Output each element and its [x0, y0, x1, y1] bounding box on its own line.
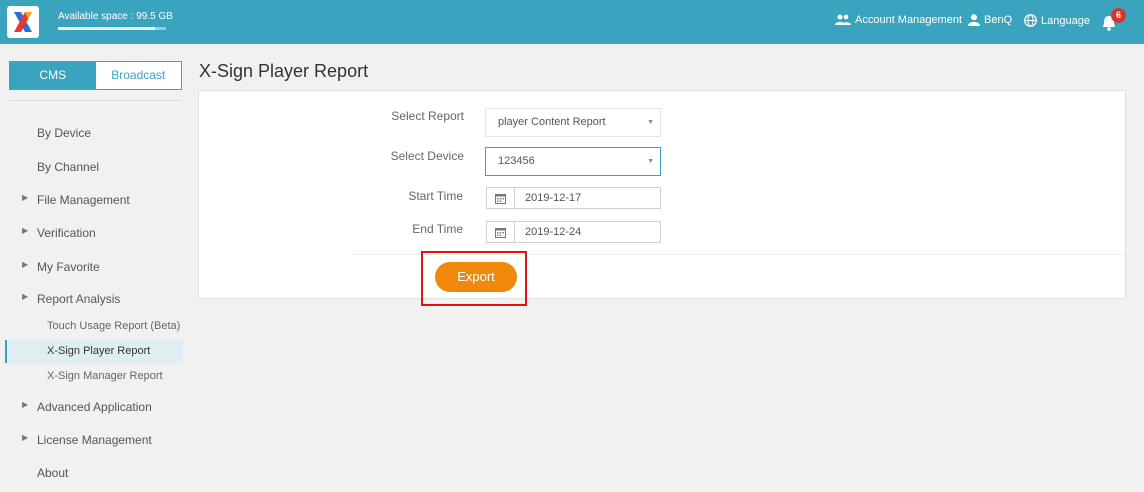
start-time-field[interactable]: 2019-12-17 [486, 187, 661, 209]
cms-tab[interactable]: CMS [10, 62, 96, 89]
end-time-value: 2019-12-24 [525, 226, 582, 238]
sidebar: CMS Broadcast By Device By Channel ▶ Fil… [0, 44, 190, 492]
end-time-label: End Time [412, 222, 463, 236]
sidebar-item-label: My Favorite [37, 260, 100, 274]
notification-badge: 6 [1111, 8, 1126, 23]
sidebar-item-label: Verification [37, 226, 96, 240]
sidebar-item-by-device[interactable]: By Device [37, 126, 187, 140]
available-space-bar [58, 27, 166, 30]
select-device-value: 123456 [498, 155, 535, 167]
sidebar-item-by-channel[interactable]: By Channel [37, 160, 187, 174]
start-time-label: Start Time [408, 189, 463, 203]
user-icon [968, 14, 980, 26]
globe-icon [1024, 14, 1037, 27]
user-menu[interactable]: BenQ [968, 14, 1012, 26]
broadcast-tab[interactable]: Broadcast [95, 62, 181, 89]
mode-toggle: CMS Broadcast [9, 61, 182, 90]
account-management-label: Account Management [855, 14, 963, 26]
language-menu[interactable]: Language [1024, 14, 1090, 27]
sidebar-subitem-player-report[interactable]: X-Sign Player Report [5, 340, 183, 363]
account-management-link[interactable]: Account Management [835, 14, 962, 26]
calendar-icon[interactable] [487, 222, 515, 242]
page-title: X-Sign Player Report [199, 61, 369, 81]
export-button[interactable]: Export [435, 262, 517, 292]
sidebar-divider [9, 100, 182, 101]
users-icon [835, 14, 851, 25]
user-name: BenQ [984, 14, 1013, 26]
sidebar-subitem-manager-report[interactable]: X-Sign Manager Report [5, 365, 183, 388]
select-report-dropdown[interactable]: player Content Report ▼ [485, 108, 661, 137]
sidebar-subitem-touch-usage[interactable]: Touch Usage Report (Beta) [5, 315, 183, 338]
sidebar-item-label: Report Analysis [37, 292, 121, 306]
chevron-down-icon: ▼ [647, 119, 654, 126]
caret-right-icon: ▶ [22, 433, 29, 442]
start-time-value: 2019-12-17 [525, 192, 582, 204]
top-bar: Available space : 99.5 GB Account Manage… [0, 0, 1144, 44]
sidebar-item-label: File Management [37, 193, 130, 207]
caret-right-icon: ▶ [22, 400, 29, 409]
select-device-label: Select Device [390, 149, 464, 163]
select-report-value: player Content Report [498, 116, 606, 128]
chevron-down-icon: ▼ [647, 158, 654, 165]
calendar-icon[interactable] [487, 188, 515, 208]
select-device-dropdown[interactable]: 123456 ▼ [485, 147, 661, 176]
report-panel [198, 90, 1126, 299]
caret-right-icon: ▶ [22, 193, 29, 202]
end-time-field[interactable]: 2019-12-24 [486, 221, 661, 243]
xsign-logo[interactable] [7, 6, 39, 38]
sidebar-item-label: Advanced Application [37, 400, 152, 414]
caret-right-icon: ▶ [22, 260, 29, 269]
caret-right-icon: ▶ [22, 226, 29, 235]
available-space-text: Available space : 99.5 GB [58, 11, 173, 22]
caret-down-icon: ▶ [22, 292, 29, 301]
sidebar-item-label: License Management [37, 433, 152, 447]
sidebar-item-about[interactable]: About [37, 466, 187, 480]
select-report-label: Select Report [391, 109, 464, 123]
language-label: Language [1041, 14, 1090, 27]
